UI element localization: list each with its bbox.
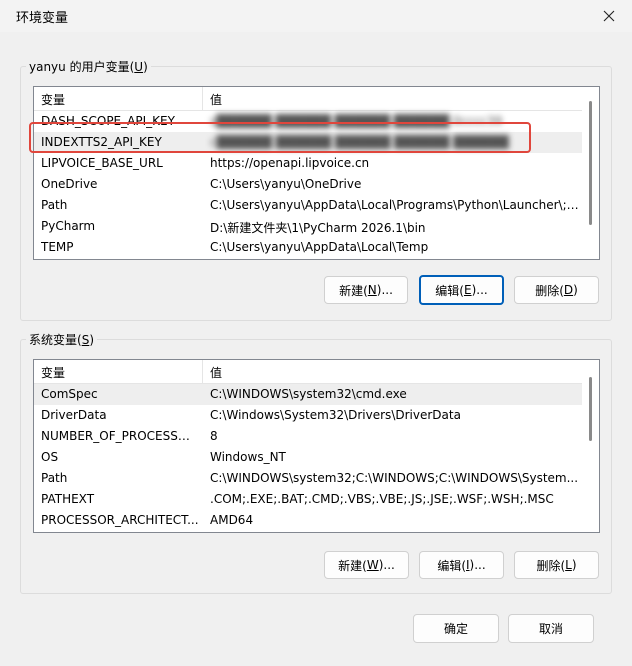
- list-item[interactable]: Path C:\WINDOWS\system32;C:\WINDOWS;C:\W…: [34, 468, 582, 489]
- variable-name: PyCharm: [41, 219, 96, 233]
- user-new-button[interactable]: 新建(N)...: [324, 276, 408, 304]
- variable-name: TEMP: [41, 240, 74, 254]
- list-item[interactable]: ComSpec C:\WINDOWS\system32\cmd.exe: [34, 384, 582, 405]
- scroll-thumb[interactable]: [589, 377, 592, 441]
- column-header-variable[interactable]: 变量: [41, 91, 65, 108]
- list-header: 变量 值: [34, 360, 599, 384]
- variable-value: Windows_NT: [210, 450, 286, 464]
- variable-name: LIPVOICE_BASE_URL: [41, 156, 163, 170]
- vertical-scrollbar[interactable]: [582, 87, 599, 259]
- list-item[interactable]: PROCESSOR_ARCHITECT... AMD64: [34, 510, 582, 531]
- title-bar: 环境变量: [0, 0, 632, 32]
- variable-value: C:\WINDOWS\system32;C:\WINDOWS;C:\WINDOW…: [210, 471, 579, 485]
- list-item[interactable]: PyCharm D:\新建文件夹\1\PyCharm 2026.1\bin: [34, 216, 582, 237]
- list-item[interactable]: OneDrive C:\Users\yanyu\OneDrive: [34, 174, 582, 195]
- variable-name: PATHEXT: [41, 492, 95, 506]
- system-variables-list[interactable]: 变量 值 ComSpec C:\WINDOWS\system32\cmd.exe…: [33, 359, 600, 533]
- variable-value: https://openapi.lipvoice.cn: [210, 156, 370, 170]
- variable-name: Path: [41, 471, 68, 485]
- variable-name: DriverData: [41, 408, 107, 422]
- window-title: 环境变量: [16, 11, 69, 26]
- list-item[interactable]: TEMP C:\Users\yanyu\AppData\Local\Temp: [34, 237, 582, 258]
- system-delete-button[interactable]: 删除(L): [514, 551, 599, 579]
- variable-value: C:\Windows\System32\Drivers\DriverData: [210, 408, 461, 422]
- close-button[interactable]: [586, 0, 632, 32]
- system-new-button[interactable]: 新建(W)...: [324, 551, 409, 579]
- user-delete-button[interactable]: 删除(D): [514, 276, 599, 304]
- variable-value: c██████ ██████ ██████ ██████ ██████: [210, 135, 509, 149]
- variable-value: C:\Users\yanyu\AppData\Local\Programs\Py…: [210, 198, 582, 212]
- close-icon: [603, 10, 615, 22]
- variable-name: PROCESSOR_ARCHITECT...: [41, 513, 199, 527]
- variable-name: OneDrive: [41, 177, 98, 191]
- system-variables-label: 系统变量(S): [26, 331, 97, 348]
- variable-name: Path: [41, 198, 68, 212]
- user-variables-label: yanyu 的用户变量(U): [26, 58, 151, 75]
- ok-button[interactable]: 确定: [413, 614, 499, 643]
- variable-value: AMD64: [210, 513, 254, 527]
- list-header: 变量 值: [34, 87, 599, 111]
- column-header-value[interactable]: 值: [210, 91, 222, 108]
- cancel-button[interactable]: 取消: [508, 614, 594, 643]
- list-item[interactable]: NUMBER_OF_PROCESSORS 8: [34, 426, 582, 447]
- variable-value: C:\Users\yanyu\AppData\Local\Temp: [210, 240, 429, 254]
- variable-name: OS: [41, 450, 59, 464]
- list-item[interactable]: INDEXTTS2_API_KEY c██████ ██████ ██████ …: [34, 132, 582, 153]
- list-item[interactable]: PATHEXT .COM;.EXE;.BAT;.CMD;.VBS;.VBE;.J…: [34, 489, 582, 510]
- column-divider[interactable]: [202, 87, 203, 111]
- user-variables-list[interactable]: 变量 值 DASH_SCOPE_API_KEY s██████ ██████ █…: [33, 86, 600, 260]
- system-edit-button[interactable]: 编辑(I)...: [419, 551, 504, 579]
- variable-name: DASH_SCOPE_API_KEY: [41, 114, 175, 128]
- list-item[interactable]: LIPVOICE_BASE_URL https://openapi.lipvoi…: [34, 153, 582, 174]
- list-item[interactable]: DASH_SCOPE_API_KEY s██████ ██████ ██████…: [34, 111, 582, 132]
- variable-value: 8: [210, 429, 218, 443]
- variable-name: NUMBER_OF_PROCESSORS: [41, 429, 199, 443]
- vertical-scrollbar[interactable]: [582, 360, 599, 532]
- user-edit-button[interactable]: 编辑(E)...: [419, 275, 504, 305]
- variable-name: INDEXTTS2_API_KEY: [41, 135, 162, 149]
- variable-value: C:\WINDOWS\system32\cmd.exe: [210, 387, 407, 401]
- column-divider[interactable]: [202, 360, 203, 384]
- list-item[interactable]: OS Windows_NT: [34, 447, 582, 468]
- scroll-thumb[interactable]: [589, 101, 592, 225]
- variable-value: C:\Users\yanyu\OneDrive: [210, 177, 362, 191]
- list-item[interactable]: DriverData C:\Windows\System32\Drivers\D…: [34, 405, 582, 426]
- variable-name: ComSpec: [41, 387, 98, 401]
- list-item[interactable]: Path C:\Users\yanyu\AppData\Local\Progra…: [34, 195, 582, 216]
- variable-value: s██████ ██████ ██████ ██████ 0cccc39: [210, 114, 503, 128]
- column-header-value[interactable]: 值: [210, 364, 222, 381]
- variable-value: .COM;.EXE;.BAT;.CMD;.VBS;.VBE;.JS;.JSE;.…: [210, 492, 554, 506]
- column-header-variable[interactable]: 变量: [41, 364, 65, 381]
- variable-value: D:\新建文件夹\1\PyCharm 2026.1\bin: [210, 221, 426, 235]
